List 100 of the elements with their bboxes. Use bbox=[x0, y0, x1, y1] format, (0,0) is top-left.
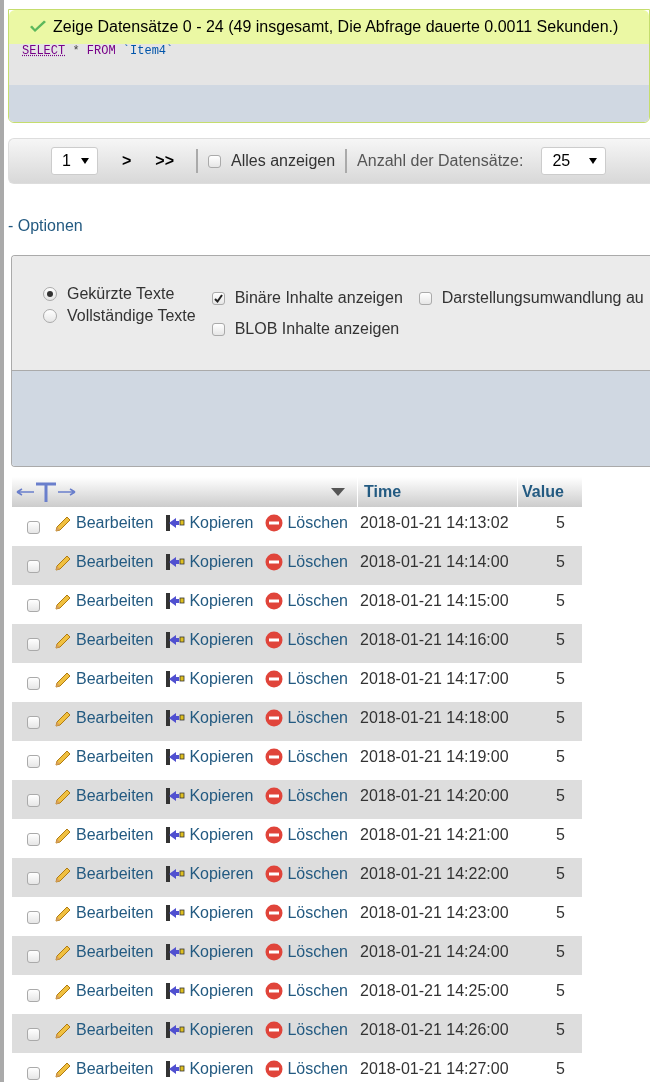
copy-row-icon bbox=[165, 592, 186, 610]
copy-link[interactable]: Kopieren bbox=[189, 709, 254, 727]
checkbox[interactable] bbox=[26, 833, 40, 846]
checkbox[interactable] bbox=[26, 1067, 40, 1080]
result-message: Zeige Datensätze 0 - 24 (49 insgesamt, Die Abfrage dauerte 0.0011 Sekunden.) bbox=[53, 18, 619, 36]
rows-count-select[interactable]: 25 bbox=[541, 147, 607, 175]
edit-link[interactable]: Bearbeiten bbox=[76, 982, 154, 1000]
last-page-button[interactable]: >> bbox=[143, 152, 187, 170]
pencil-icon bbox=[54, 943, 72, 961]
delete-link[interactable]: Löschen bbox=[287, 514, 348, 532]
checkbox[interactable] bbox=[26, 560, 40, 573]
checkbox[interactable] bbox=[211, 322, 225, 336]
delete-link[interactable]: Löschen bbox=[287, 709, 348, 727]
delete-link[interactable]: Löschen bbox=[287, 553, 348, 571]
table-cell-text: 2018-01-21 14:14:00 bbox=[359, 553, 510, 571]
checkbox[interactable] bbox=[26, 989, 40, 1002]
copy-link[interactable]: Kopieren bbox=[189, 943, 254, 961]
delete-link[interactable]: Löschen bbox=[287, 982, 348, 1000]
delete-icon bbox=[265, 1060, 284, 1078]
checkbox[interactable] bbox=[26, 599, 40, 612]
edit-link[interactable]: Bearbeiten bbox=[76, 631, 154, 649]
pencil-icon bbox=[54, 670, 72, 688]
edit-link[interactable]: Bearbeiten bbox=[76, 1060, 154, 1078]
table-cell-text: 2018-01-21 14:17:00 bbox=[359, 670, 510, 688]
sort-dropdown-icon[interactable] bbox=[331, 488, 345, 496]
copy-link[interactable]: Kopieren bbox=[189, 514, 254, 532]
checkbox[interactable] bbox=[26, 872, 40, 885]
copy-link[interactable]: Kopieren bbox=[189, 748, 254, 766]
copy-link[interactable]: Kopieren bbox=[189, 787, 254, 805]
copy-link[interactable]: Kopieren bbox=[189, 982, 254, 1000]
copy-link[interactable]: Kopieren bbox=[189, 592, 254, 610]
delete-link[interactable]: Löschen bbox=[287, 943, 348, 961]
table-cell-text: 5 bbox=[555, 865, 566, 883]
edit-link[interactable]: Bearbeiten bbox=[76, 514, 154, 532]
radio-label[interactable]: Vollständige Texte bbox=[67, 307, 196, 325]
checkbox[interactable] bbox=[26, 716, 40, 729]
checkbox-label[interactable]: Darstellungsumwandlung au bbox=[441, 289, 644, 307]
delete-link[interactable]: Löschen bbox=[287, 670, 348, 688]
edit-link[interactable]: Bearbeiten bbox=[76, 670, 154, 688]
edit-link[interactable]: Bearbeiten bbox=[76, 553, 154, 571]
radio-button[interactable] bbox=[43, 287, 57, 301]
delete-link[interactable]: Löschen bbox=[287, 1021, 348, 1039]
delete-link[interactable]: Löschen bbox=[287, 592, 348, 610]
edit-link[interactable]: Bearbeiten bbox=[76, 709, 154, 727]
checkbox[interactable] bbox=[26, 755, 40, 768]
table-cell-text: 2018-01-21 14:22:00 bbox=[359, 865, 510, 883]
radio-label[interactable]: Gekürzte Texte bbox=[67, 285, 175, 303]
checkbox-label[interactable]: Binäre Inhalte anzeigen bbox=[234, 289, 403, 307]
table-cell-text: 5 bbox=[555, 1060, 566, 1078]
options-toggle-link[interactable]: - Optionen bbox=[8, 217, 83, 234]
delete-link[interactable]: Löschen bbox=[287, 787, 348, 805]
edit-link[interactable]: Bearbeiten bbox=[76, 943, 154, 961]
checkbox[interactable] bbox=[418, 291, 432, 305]
checkbox[interactable] bbox=[26, 638, 40, 651]
delete-link[interactable]: Löschen bbox=[287, 748, 348, 766]
checkbox[interactable] bbox=[26, 677, 40, 690]
edit-link[interactable]: Bearbeiten bbox=[76, 904, 154, 922]
edit-link[interactable]: Bearbeiten bbox=[76, 748, 154, 766]
page-select[interactable]: 1 bbox=[51, 147, 98, 175]
copy-row-icon bbox=[165, 982, 186, 1000]
copy-link[interactable]: Kopieren bbox=[189, 553, 254, 571]
table-cell-text: 5 bbox=[555, 904, 566, 922]
checkbox[interactable] bbox=[208, 154, 222, 168]
caret-icon bbox=[589, 158, 598, 164]
delete-link[interactable]: Löschen bbox=[287, 1060, 348, 1078]
sql-token: `Item4` bbox=[122, 44, 174, 58]
copy-row-icon bbox=[165, 709, 186, 727]
checkbox[interactable] bbox=[26, 911, 40, 924]
show-all-label[interactable]: Alles anzeigen bbox=[231, 152, 336, 170]
checkbox[interactable] bbox=[211, 291, 225, 305]
delete-link[interactable]: Löschen bbox=[287, 865, 348, 883]
delete-link[interactable]: Löschen bbox=[287, 904, 348, 922]
edit-link[interactable]: Bearbeiten bbox=[76, 592, 154, 610]
edit-link[interactable]: Bearbeiten bbox=[76, 787, 154, 805]
copy-link[interactable]: Kopieren bbox=[189, 670, 254, 688]
delete-link[interactable]: Löschen bbox=[287, 631, 348, 649]
copy-link[interactable]: Kopieren bbox=[189, 631, 254, 649]
delete-icon bbox=[265, 514, 284, 532]
checkbox[interactable] bbox=[26, 521, 40, 534]
column-header[interactable]: Time bbox=[364, 483, 402, 501]
pencil-icon bbox=[54, 826, 72, 844]
checkbox-label[interactable]: BLOB Inhalte anzeigen bbox=[234, 320, 400, 338]
copy-link[interactable]: Kopieren bbox=[189, 865, 254, 883]
copy-link[interactable]: Kopieren bbox=[189, 826, 254, 844]
copy-link[interactable]: Kopieren bbox=[189, 904, 254, 922]
pencil-icon bbox=[54, 904, 72, 922]
checkbox[interactable] bbox=[26, 950, 40, 963]
copy-link[interactable]: Kopieren bbox=[189, 1021, 254, 1039]
checkbox[interactable] bbox=[26, 794, 40, 807]
edit-link[interactable]: Bearbeiten bbox=[76, 826, 154, 844]
next-page-button[interactable]: > bbox=[110, 152, 144, 170]
checkbox[interactable] bbox=[26, 1028, 40, 1041]
copy-link[interactable]: Kopieren bbox=[189, 1060, 254, 1078]
caret-icon bbox=[81, 158, 89, 164]
column-header[interactable]: Value bbox=[522, 483, 564, 501]
sql-token: SELECT bbox=[22, 44, 66, 58]
delete-link[interactable]: Löschen bbox=[287, 826, 348, 844]
radio-button[interactable] bbox=[43, 309, 57, 323]
edit-link[interactable]: Bearbeiten bbox=[76, 865, 154, 883]
edit-link[interactable]: Bearbeiten bbox=[76, 1021, 154, 1039]
